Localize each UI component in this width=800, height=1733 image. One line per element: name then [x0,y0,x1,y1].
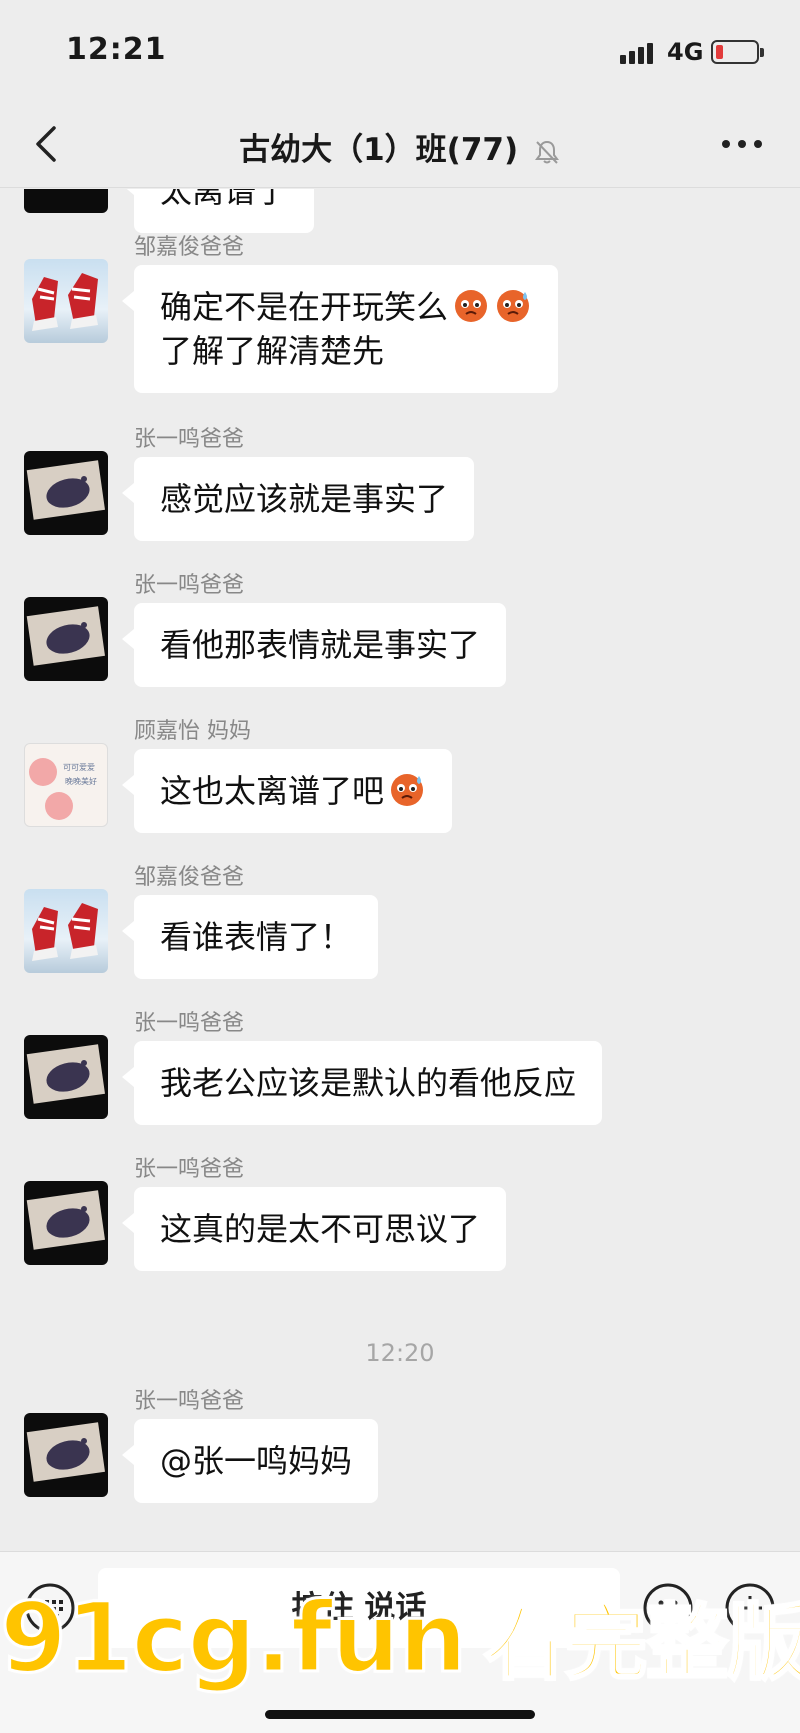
avatar-peacock[interactable] [24,451,108,535]
avatar-card[interactable]: 可可爱爱 晚晚美好 [24,743,108,827]
message-bubble[interactable]: 看他那表情就是事实了 [121,603,507,687]
signal-icon [620,42,660,64]
sender-name: 张一鸣爸爸 [134,427,245,452]
avatar-peacock[interactable] [24,597,108,681]
network-type: 4G [667,38,704,66]
sender-name: 张一鸣爸爸 [134,1157,245,1182]
sweat-face-emoji-icon [497,290,530,322]
plus-icon[interactable] [724,1582,776,1634]
message-bubble[interactable]: 感觉应该就是事实了 [121,457,475,541]
battery-icon [711,40,764,64]
sender-name: 邹嘉俊爸爸 [134,865,245,890]
message-bubble[interactable]: 这真的是太不可思议了 [121,1187,507,1271]
sender-name: 张一鸣爸爸 [134,1011,245,1036]
hold-to-talk-button[interactable]: 按住 说话 [98,1568,620,1648]
sender-name: 顾嘉怡 妈妈 [134,719,251,744]
status-time: 12:21 [66,32,167,67]
avatar-peacock[interactable] [24,1181,108,1265]
emoji-icon[interactable] [642,1582,694,1634]
avatar-shoes[interactable] [24,259,108,343]
message-timestamp: 12:20 [365,1339,435,1367]
chat-message-list[interactable]: 太离谱了 邹嘉俊爸爸 确定不是在开玩笑么 了解了解清楚先 张一鸣爸爸 感觉应该就… [0,189,800,1551]
message-bubble[interactable]: 太离谱了 [121,189,315,233]
svg-text:可可爱爱: 可可爱爱 [63,763,95,772]
svg-text:晚晚美好: 晚晚美好 [65,776,97,786]
input-bar: 按住 说话 [0,1551,800,1733]
status-bar: 12:21 4G [0,0,800,100]
avatar-peacock[interactable] [24,1413,108,1497]
chat-title: 古幼大（1）班(77) [239,132,519,168]
sender-name: 张一鸣爸爸 [134,573,245,598]
avatar-peacock[interactable] [24,1035,108,1119]
sender-name: 邹嘉俊爸爸 [134,235,245,260]
keyboard-icon[interactable] [24,1582,76,1634]
sender-name: 张一鸣爸爸 [134,1389,245,1414]
more-options-icon[interactable] [722,140,762,150]
avatar-shoes[interactable] [24,889,108,973]
home-indicator [265,1710,535,1719]
avatar[interactable] [24,189,108,213]
message-bubble[interactable]: 确定不是在开玩笑么 了解了解清楚先 [121,265,559,393]
mute-bell-icon [534,140,559,164]
message-bubble[interactable]: @张一鸣妈妈 [121,1419,379,1503]
message-bubble[interactable]: 我老公应该是默认的看他反应 [121,1041,603,1125]
sweat-face-emoji-icon [391,774,424,806]
worried-face-emoji-icon [455,290,488,322]
chat-header: 古幼大（1）班(77) [0,100,800,188]
message-bubble[interactable]: 这也太离谱了吧 [121,749,453,833]
message-bubble[interactable]: 看谁表情了！ [121,895,379,979]
